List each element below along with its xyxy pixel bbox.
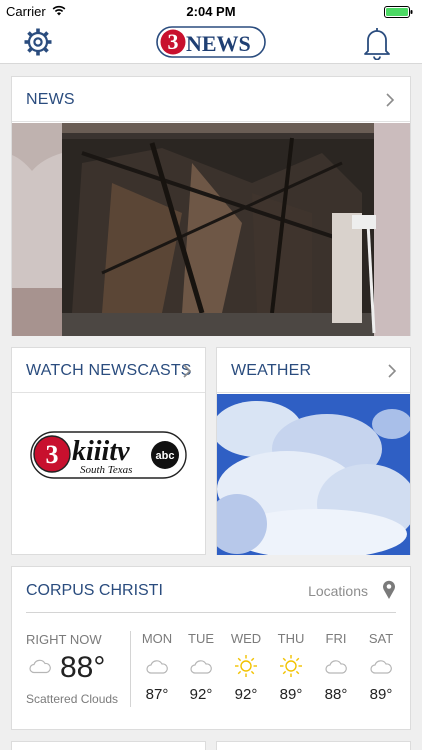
status-time: 2:04 PM [186,4,236,19]
forecast-day: SAT 89° [359,631,403,703]
cloud-icon [146,660,168,674]
chevron-right-icon [386,93,395,107]
forecast-day-label: TUE [188,631,214,646]
settings-gear-icon[interactable] [22,26,54,58]
abc-logo-text: abc [156,450,175,462]
kiii-logo-number: 3 [46,440,59,469]
right-now-label: RIGHT NOW [26,632,102,647]
next-card-left[interactable] [11,741,206,750]
cloud-icon [370,660,392,674]
forecast-temp: 92° [189,686,213,703]
next-card-right[interactable] [216,741,411,750]
logo-number: 3 [168,29,179,54]
forecast-day: TUE 92° [179,631,223,703]
weather-card[interactable]: WEATHER [216,347,411,555]
forecast-temp: 87° [145,686,169,703]
forecast-day: FRI 88° [314,631,358,703]
current-condition: Scattered Clouds [26,692,119,706]
kiii-logo-sub: South Texas [80,464,132,476]
3news-logo: 3 NEWS [156,26,266,58]
weather-title: WEATHER [231,362,312,379]
cloud-icon [29,659,51,674]
location-pin-icon[interactable] [382,580,396,600]
newscasts-header[interactable]: WATCH NEWSCASTS [12,348,205,393]
status-bar: Carrier 2:04 PM [0,0,422,22]
card-divider [26,612,396,613]
sun-icon [235,655,257,677]
current-temperature: 88° [60,651,106,684]
forecast-day-label: SAT [368,631,394,646]
kiii-logo-text: kiiitv [72,436,130,467]
forecast-day-label: WED [230,631,262,646]
weather-header[interactable]: WEATHER [217,348,410,393]
city-name: CORPUS CHRISTI [26,582,163,599]
forecast-day: WED 92° [224,631,268,703]
forecast-day: MON 87° [135,631,179,703]
news-header[interactable]: NEWS [12,77,410,122]
cloud-icon [190,660,212,674]
locations-link[interactable]: Locations [308,583,368,599]
forecast-temp: 89° [279,686,303,703]
battery-icon [384,6,413,18]
logo-text: NEWS [186,31,251,56]
nav-bar: 3 NEWS [0,22,422,64]
forecast-day-label: MON [141,631,173,646]
local-weather-card: CORPUS CHRISTI Locations RIGHT NOW 88° S… [11,566,411,730]
notifications-bell-icon[interactable] [362,26,392,60]
forecast-divider [130,631,131,707]
chevron-right-icon [388,364,397,378]
forecast-day-label: THU [277,631,305,646]
forecast-temp: 92° [234,686,258,703]
forecast-temp: 89° [369,686,393,703]
forecast-day-label: FRI [325,631,347,646]
chevron-right-icon [183,364,192,378]
watch-newscasts-card[interactable]: WATCH NEWSCASTS 3 kiiitv South Texas abc [11,347,206,555]
news-title: NEWS [26,91,75,108]
newscasts-title: WATCH NEWSCASTS [26,362,192,379]
news-card[interactable]: NEWS [11,76,411,336]
forecast-temp: 88° [324,686,348,703]
sun-icon [280,655,302,677]
weather-sky-photo[interactable] [217,394,410,555]
news-photo-burned-building[interactable] [12,123,410,336]
cloud-icon [325,660,347,674]
kiiitv-logo[interactable]: 3 kiiitv South Texas abc [30,430,188,482]
forecast-day: THU 89° [269,631,313,703]
